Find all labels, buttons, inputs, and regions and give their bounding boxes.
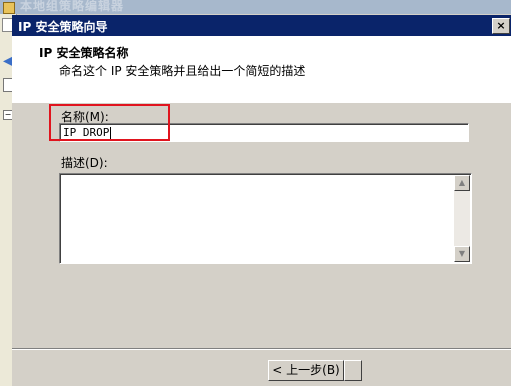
policy-editor-icon: [3, 2, 15, 14]
footer-divider-highlight: [12, 349, 511, 350]
ip-security-policy-wizard: IP 安全策略向导 × IP 安全策略名称 命名这个 IP 安全策略并且给出一个…: [12, 15, 511, 386]
description-textarea[interactable]: ▲ ▼: [59, 173, 472, 264]
scroll-up-button[interactable]: ▲: [454, 175, 470, 191]
wizard-header: IP 安全策略名称 命名这个 IP 安全策略并且给出一个简短的描述: [12, 36, 511, 103]
back-button[interactable]: < 上一步(B): [268, 360, 344, 381]
description-scrollbar[interactable]: ▲ ▼: [454, 175, 470, 262]
header-subtitle: 命名这个 IP 安全策略并且给出一个简短的描述: [59, 64, 306, 78]
background-window-titlebar: 本地组策略编辑器: [0, 0, 511, 14]
header-divider: [12, 102, 511, 103]
scroll-down-button[interactable]: ▼: [454, 246, 470, 262]
background-window-title: 本地组策略编辑器: [20, 0, 125, 13]
close-button[interactable]: ×: [492, 18, 510, 34]
name-highlight-box: [49, 104, 170, 141]
dialog-titlebar[interactable]: IP 安全策略向导 ×: [12, 15, 511, 36]
dialog-title: IP 安全策略向导: [18, 20, 108, 34]
next-button[interactable]: [344, 360, 362, 381]
description-label: 描述(D):: [61, 156, 108, 170]
header-title: IP 安全策略名称: [39, 46, 129, 60]
